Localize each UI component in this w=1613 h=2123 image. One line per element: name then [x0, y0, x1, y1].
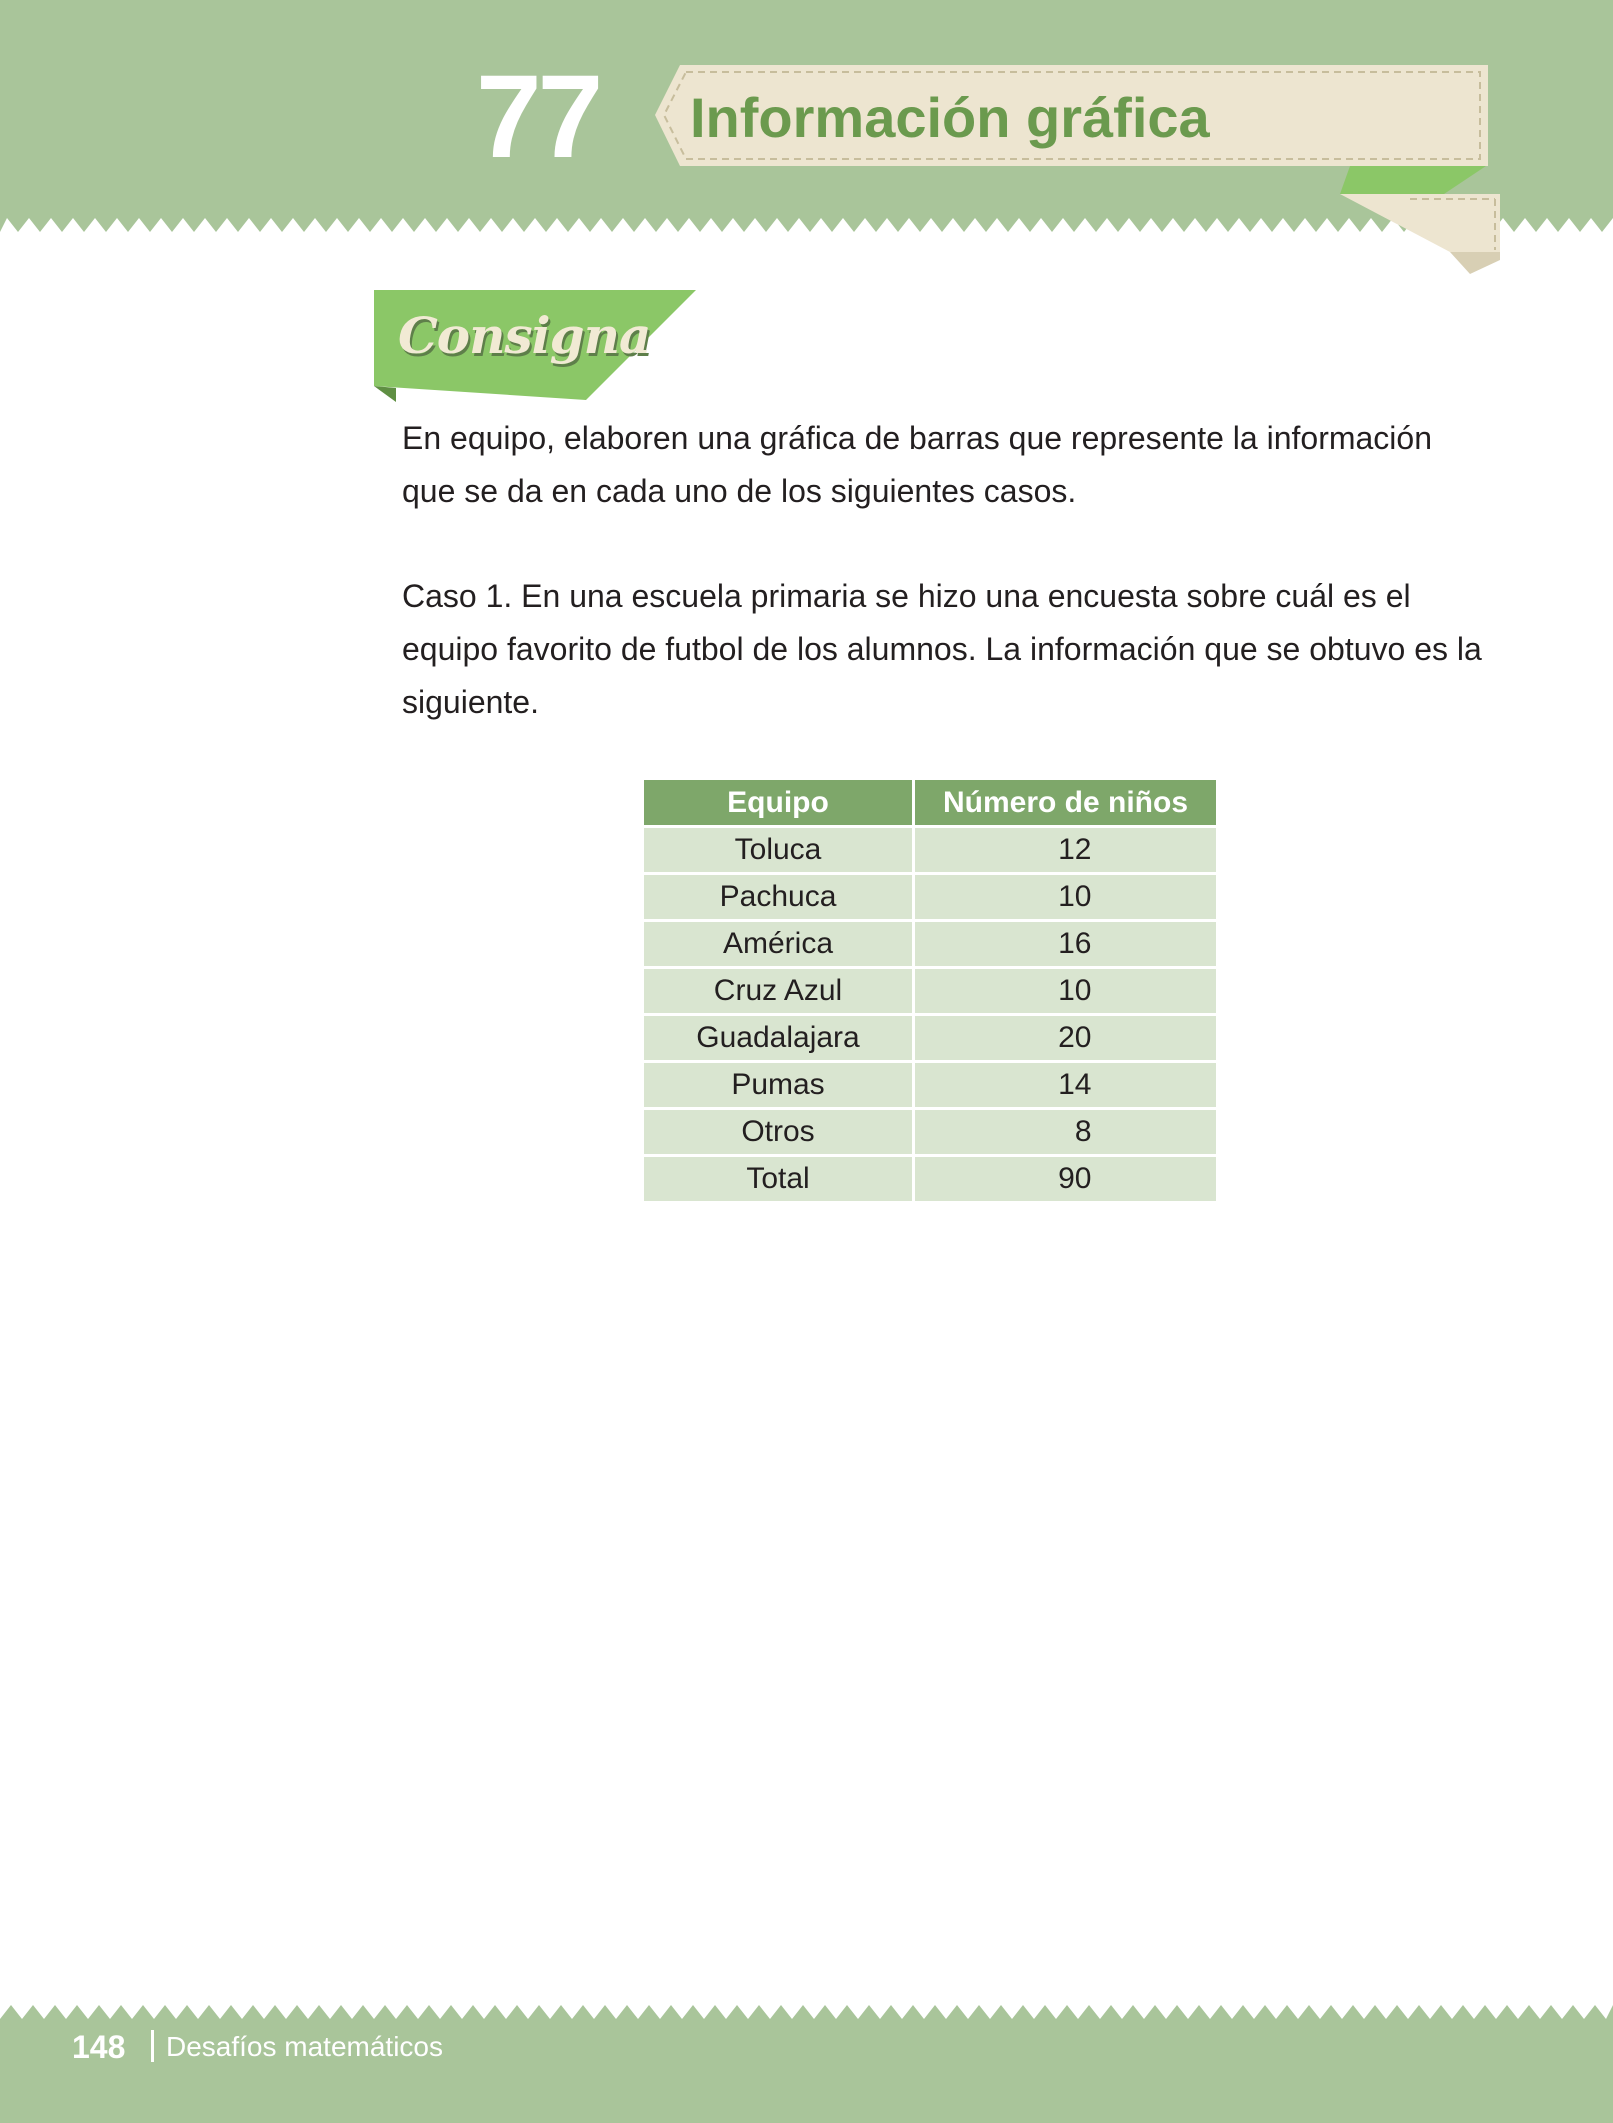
table-row: Pachuca 10 [641, 872, 1219, 922]
table-row: Cruz Azul 10 [641, 966, 1219, 1016]
team-name: Guadalajara [641, 1013, 915, 1063]
children-count: 20 [912, 1013, 1219, 1063]
children-count: 12 [912, 825, 1219, 875]
team-name: América [641, 919, 915, 969]
book-title: Desafíos matemáticos [166, 2031, 443, 2062]
total-label: Total [641, 1154, 915, 1204]
teams-table: Equipo Número de niños Toluca 12 Pachuca… [641, 777, 1219, 1204]
lesson-title: Información gráfica [690, 86, 1210, 149]
footer-divider [151, 2030, 154, 2062]
table-row: América 16 [641, 919, 1219, 969]
children-count: 8 [912, 1107, 1219, 1157]
case-1-text: Caso 1. En una escuela primaria se hizo … [402, 578, 1482, 720]
header-children-count: Número de niños [912, 777, 1219, 828]
lesson-number: 77 [476, 51, 603, 183]
total-count: 90 [912, 1154, 1219, 1204]
table-header-row: Equipo Número de niños [641, 777, 1219, 828]
children-count: 10 [912, 966, 1219, 1016]
children-count: 10 [912, 872, 1219, 922]
team-name: Otros [641, 1107, 915, 1157]
team-name: Cruz Azul [641, 966, 915, 1016]
page-number: 148 [72, 2029, 126, 2065]
table-row: Pumas 14 [641, 1060, 1219, 1110]
team-name: Pumas [641, 1060, 915, 1110]
header-team: Equipo [641, 777, 915, 828]
table-row: Toluca 12 [641, 825, 1219, 875]
table-row-total: Total 90 [641, 1154, 1219, 1204]
team-name: Toluca [641, 825, 915, 875]
table-row: Guadalajara 20 [641, 1013, 1219, 1063]
children-count: 16 [912, 919, 1219, 969]
table-row: Otros 8 [641, 1107, 1219, 1157]
children-count: 14 [912, 1060, 1219, 1110]
consigna-label: Consigna [398, 306, 651, 365]
team-name: Pachuca [641, 872, 915, 922]
instruction-text: En equipo, elaboren una gráfica de barra… [402, 420, 1432, 509]
